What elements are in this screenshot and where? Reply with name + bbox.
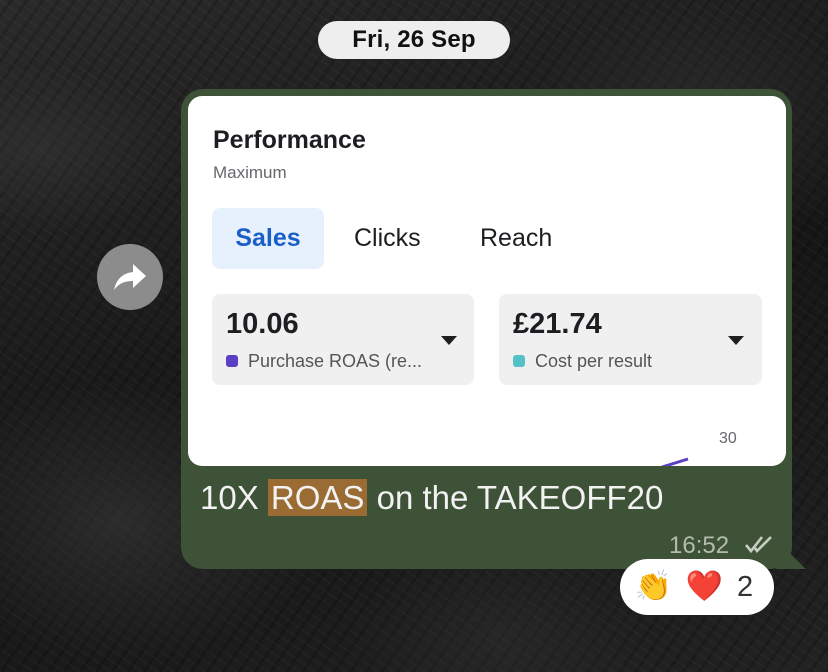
metric-label: Purchase ROAS (re... <box>248 351 423 371</box>
metric-value: £21.74 <box>513 308 602 340</box>
message-text-start: 10X <box>200 479 268 516</box>
chart-axis-tick: 30 <box>719 430 737 447</box>
metric-card-roas[interactable]: 10.06 Purchase ROAS (re... <box>212 294 474 385</box>
metric-label: Cost per result <box>535 351 653 371</box>
dropdown-caret-icon[interactable] <box>728 336 744 345</box>
reaction-count: 2 <box>736 570 754 603</box>
tab-reach[interactable]: Reach <box>480 208 552 269</box>
legend-swatch <box>513 355 525 367</box>
tab-clicks[interactable]: Clicks <box>354 208 421 269</box>
double-check-icon <box>745 536 772 554</box>
reactions-bar[interactable]: 👏 ❤️ 2 <box>620 559 774 615</box>
highlighted-word: ROAS <box>267 479 368 516</box>
tab-sales[interactable]: Sales <box>212 208 324 269</box>
date-separator-label: Fri, 26 Sep <box>352 26 476 53</box>
clapping-hands-emoji[interactable]: 👏 <box>635 572 672 602</box>
message-timestamp: 16:52 <box>669 532 730 559</box>
message-text: 10X ROAS on the TAKEOFF20 <box>200 479 663 517</box>
message-bubble-tail <box>776 540 806 569</box>
red-heart-emoji[interactable]: ❤️ <box>686 572 723 602</box>
message-text-end: on the TAKEOFF20 <box>367 479 664 516</box>
forward-button[interactable] <box>97 244 163 310</box>
chart-line-fragment <box>661 457 689 466</box>
forward-arrow-icon <box>114 264 146 290</box>
performance-screenshot[interactable]: Performance Maximum Sales Clicks Reach 1… <box>188 96 786 466</box>
performance-subtitle: Maximum <box>213 163 287 182</box>
performance-title: Performance <box>213 126 366 154</box>
metric-value: 10.06 <box>226 308 299 340</box>
metric-card-cost[interactable]: £21.74 Cost per result <box>499 294 762 385</box>
date-separator: Fri, 26 Sep <box>318 21 510 59</box>
legend-swatch <box>226 355 238 367</box>
dropdown-caret-icon[interactable] <box>441 336 457 345</box>
